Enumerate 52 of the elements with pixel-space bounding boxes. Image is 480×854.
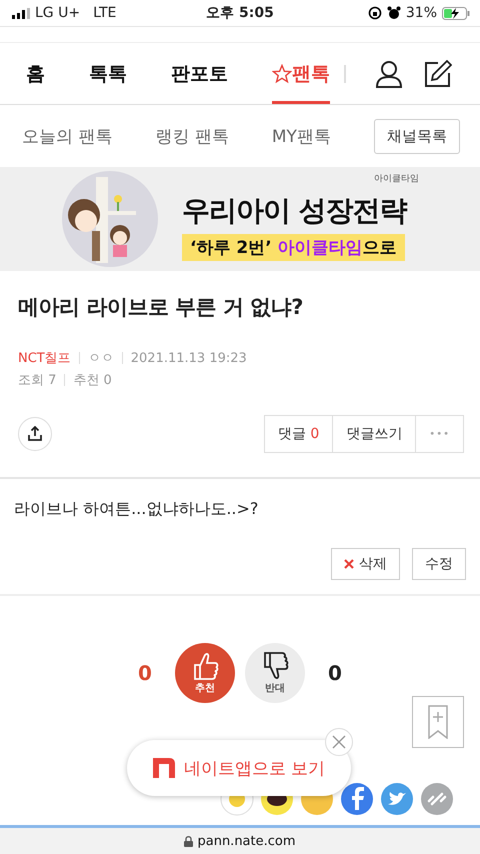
- post-date: 2021.11.13 19:23: [130, 350, 247, 366]
- share-button[interactable]: [18, 417, 52, 451]
- link-icon[interactable]: [421, 783, 453, 815]
- open-in-app-label: 네이트앱으로 보기: [184, 758, 326, 780]
- nav-tab[interactable]: 톡톡: [89, 43, 127, 104]
- carrier: LG U+: [35, 5, 80, 21]
- user-icon[interactable]: [376, 60, 402, 88]
- nav-tab[interactable]: 판포토: [171, 43, 228, 104]
- write-icon[interactable]: [424, 60, 452, 88]
- alarm-icon: [386, 6, 401, 20]
- close-icon: [332, 735, 346, 749]
- like-count: 추천 0: [73, 372, 112, 389]
- subnav-link[interactable]: MY팬톡: [272, 124, 331, 148]
- nav-tab[interactable]: 홈: [26, 43, 45, 104]
- ad-brand: 아이클타임: [374, 172, 419, 184]
- rotation-lock-icon: [368, 6, 382, 20]
- close-icon: [344, 559, 354, 569]
- url-text: pann.nate.com: [197, 834, 296, 848]
- nickname: ㅇㅇ: [88, 350, 114, 367]
- open-in-app-toast[interactable]: 네이트앱으로 보기: [127, 740, 351, 796]
- address-bar[interactable]: pann.nate.com: [0, 825, 480, 854]
- author-link[interactable]: NCT칠프: [18, 349, 71, 367]
- lock-icon: [184, 836, 194, 846]
- bookmark-button[interactable]: [412, 696, 464, 748]
- nav-tab[interactable]: 팬톡: [272, 43, 330, 104]
- battery-percent: 31%: [406, 5, 437, 21]
- ad-headline: 우리아이 성장전략: [182, 192, 407, 228]
- subnav-link[interactable]: 오늘의 팬톡: [22, 124, 112, 148]
- twitter-icon[interactable]: [381, 783, 413, 815]
- thumbs-up-icon: [191, 651, 219, 681]
- network-type: LTE: [93, 5, 116, 21]
- downvote-button[interactable]: 반대: [245, 643, 305, 703]
- nate-logo-icon: [152, 758, 175, 778]
- bookmark-add-icon: [428, 705, 448, 739]
- downvote-count: 0: [327, 661, 343, 685]
- thumbs-down-icon: [261, 651, 289, 681]
- post-title: 메아리 라이브로 부른 거 없냐?: [18, 294, 304, 321]
- upvote-count: 0: [137, 661, 153, 685]
- ad-banner[interactable]: 아이클타임 우리아이 성장전략 ‘하루 2번’ 아이클타임으로: [0, 167, 480, 271]
- upvote-button[interactable]: 추천: [175, 643, 235, 703]
- subnav-link[interactable]: 랭킹 팬톡: [155, 124, 229, 148]
- view-count: 조회 7: [18, 372, 56, 389]
- edit-button[interactable]: 수정: [412, 548, 466, 580]
- facebook-icon[interactable]: [341, 783, 373, 815]
- clock: 오후 5:05: [205, 4, 275, 22]
- delete-button[interactable]: 삭제: [331, 548, 400, 580]
- close-button[interactable]: [325, 728, 353, 756]
- share-icon: [27, 426, 43, 442]
- channel-list-button[interactable]: 채널목록: [374, 118, 460, 154]
- ad-tagline: ‘하루 2번’ 아이클타임으로: [182, 234, 405, 260]
- signal-icon: [12, 8, 30, 18]
- post-body: 라이브나 하여튼...없냐하나도..>?: [14, 499, 260, 520]
